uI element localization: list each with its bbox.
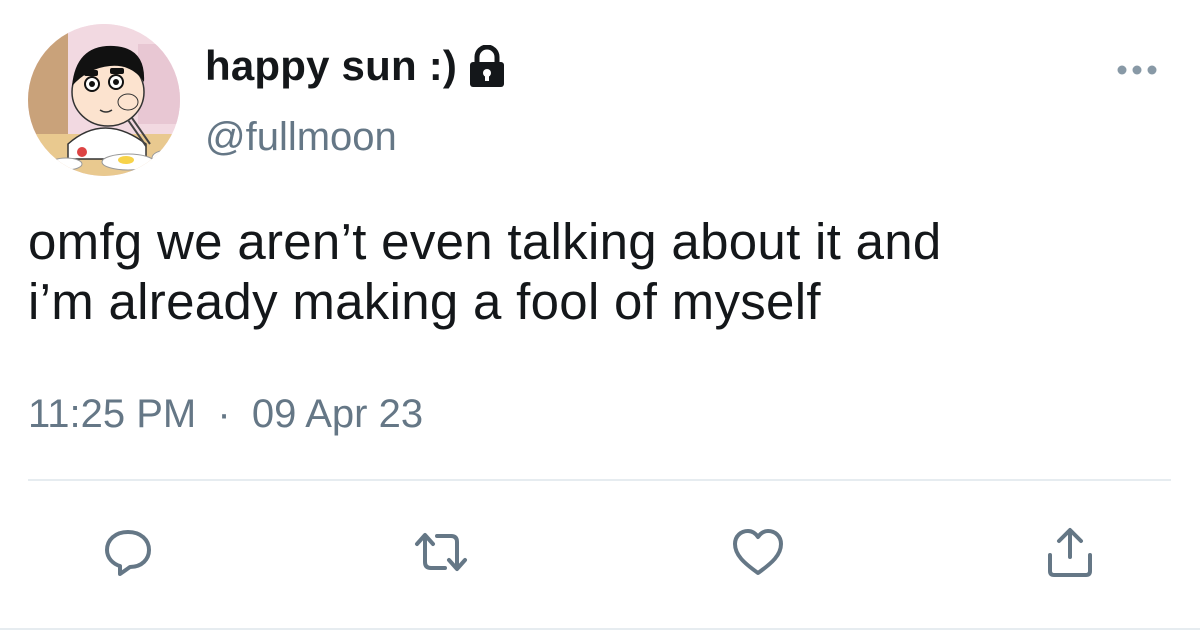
display-name[interactable]: happy sun :)	[205, 42, 457, 90]
tweet-time[interactable]: 11:25 PM	[28, 392, 196, 437]
reply-icon	[105, 530, 151, 576]
share-button[interactable]	[1042, 524, 1098, 580]
avatar[interactable]	[28, 24, 180, 176]
meta-separator: ·	[217, 392, 231, 436]
reply-button[interactable]	[100, 524, 156, 580]
retweet-button[interactable]	[413, 524, 469, 580]
display-name-row: happy sun :)	[205, 42, 507, 90]
lock-icon	[467, 44, 507, 89]
like-button[interactable]	[730, 524, 786, 580]
tweet-date[interactable]: 09 Apr 23	[252, 392, 423, 437]
user-handle[interactable]: @fullmoon	[205, 115, 397, 160]
heart-icon	[733, 529, 783, 575]
bottom-divider	[0, 628, 1200, 630]
tweet-meta: 11:25 PM · 09 Apr 23	[28, 392, 423, 437]
avatar-image	[28, 24, 180, 176]
tweet-text: omfg we aren’t even talking about it and…	[28, 212, 1188, 332]
tweet-text-line-2: i’m already making a fool of myself	[28, 273, 821, 330]
more-icon[interactable]	[1114, 58, 1160, 82]
retweet-icon	[415, 533, 467, 571]
share-icon	[1048, 528, 1092, 577]
tweet-text-line-1: omfg we aren’t even talking about it and	[28, 213, 942, 270]
tweet-card: happy sun :) @fullmoon omfg we aren’t ev…	[0, 0, 1200, 638]
divider	[28, 479, 1171, 481]
